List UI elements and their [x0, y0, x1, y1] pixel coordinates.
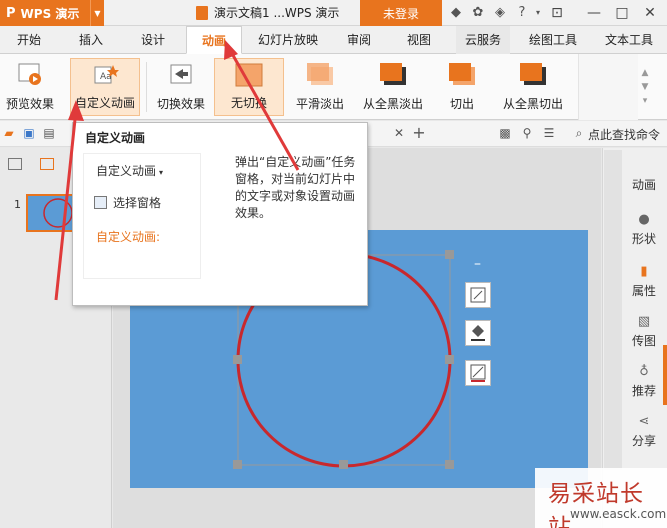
arrow-head — [68, 100, 84, 121]
arrow-to-custom-animation — [54, 109, 78, 301]
arrow-to-animation-tab — [228, 49, 300, 171]
arrow-head — [224, 40, 238, 60]
watermark-url: www.easck.com — [570, 507, 667, 521]
annotation-arrows — [54, 40, 300, 301]
